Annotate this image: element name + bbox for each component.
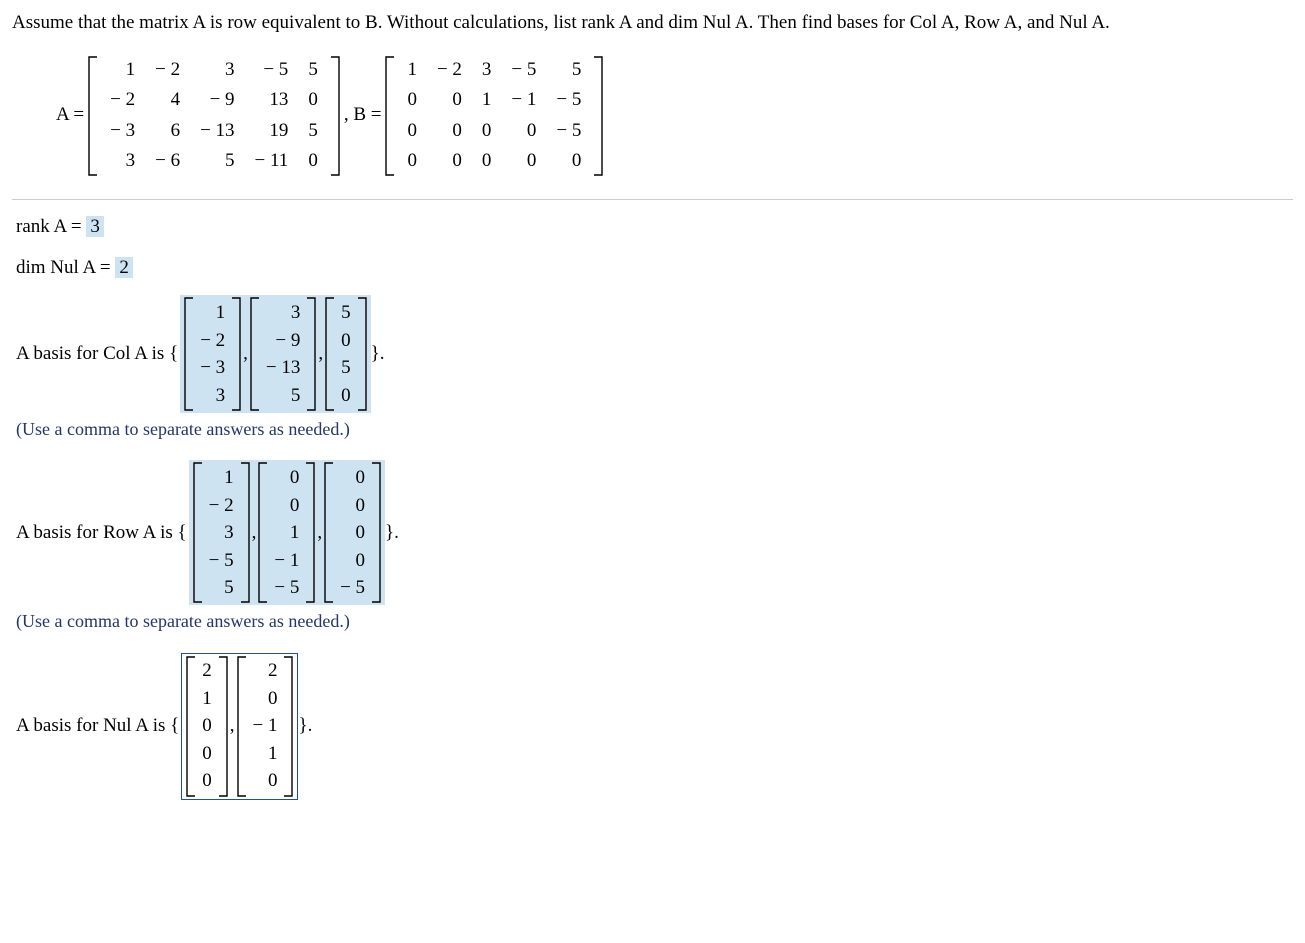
row-basis-row: A basis for Row A is { 1− 23− 55,001− 1−… (16, 460, 1293, 605)
col-basis-row: A basis for Col A is { 1− 2− 33,3− 9− 13… (16, 295, 1293, 413)
rank-answer: rank A = 3 (16, 214, 1293, 241)
divider (12, 199, 1293, 200)
hint-col: (Use a comma to separate answers as need… (16, 417, 1293, 442)
close-brace: }. (385, 520, 399, 547)
close-brace: }. (371, 341, 385, 368)
matrix-equation: A = 1− 23− 55− 24− 9130− 36− 131953− 65−… (52, 55, 1293, 177)
hint-row: (Use a comma to separate answers as need… (16, 609, 1293, 634)
dimnul-value[interactable]: 2 (115, 257, 133, 278)
nul-basis-row: A basis for Nul A is { 21000,20− 110 }. (16, 653, 1293, 800)
nul-basis-label: A basis for Nul A is { (16, 713, 179, 740)
row-basis-label: A basis for Row A is { (16, 520, 187, 547)
question-text: Assume that the matrix A is row equivale… (12, 10, 1293, 37)
nul-basis-set[interactable]: 21000,20− 110 (181, 653, 298, 800)
dimnul-label: dim Nul A = (16, 257, 115, 278)
col-basis-set[interactable]: 1− 2− 33,3− 9− 135,5050 (180, 295, 370, 413)
label-a-equals: A = (56, 102, 84, 129)
rank-label: rank A = (16, 216, 86, 237)
rank-value[interactable]: 3 (86, 216, 104, 237)
close-brace: }. (298, 713, 312, 740)
col-basis-label: A basis for Col A is { (16, 341, 178, 368)
dimnul-answer: dim Nul A = 2 (16, 255, 1293, 282)
row-basis-set[interactable]: 1− 23− 55,001− 1− 5,0000− 5 (189, 460, 385, 605)
label-b-equals: , B = (344, 102, 382, 129)
